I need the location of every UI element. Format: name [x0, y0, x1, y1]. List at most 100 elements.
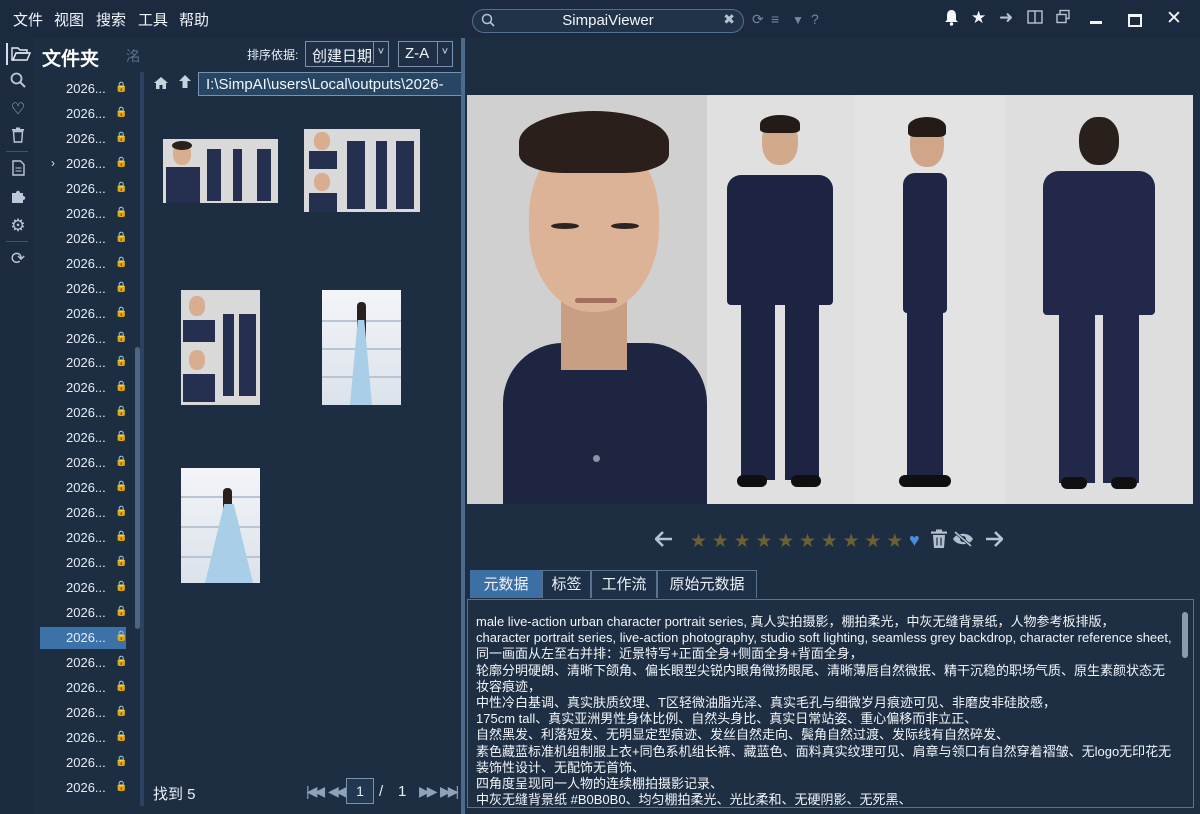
minimize-icon[interactable] [1090, 21, 1102, 24]
tree-item[interactable]: 2026... 🔒 [40, 228, 127, 250]
tree-item[interactable]: 2026... 🔒 [40, 477, 127, 499]
rating-star-icon[interactable]: ★ [690, 530, 707, 553]
prev-image-icon[interactable] [654, 531, 673, 553]
prev-page-icon[interactable]: ◀◀ [328, 783, 346, 800]
tree-item[interactable]: 2026... 🔒 [40, 278, 127, 300]
thumbnail[interactable] [181, 468, 260, 583]
search-box[interactable]: SimpaiViewer ✖ [472, 9, 744, 33]
lock-icon: 🔒 [115, 82, 128, 93]
tree-item[interactable]: 2026... 🔒 [40, 178, 127, 200]
tree-item[interactable]: 2026... 🔒 [40, 602, 127, 624]
main-splitter[interactable] [461, 38, 465, 814]
tree-item[interactable]: 2026... 🔒 [40, 727, 127, 749]
forward-icon[interactable]: ➜ [999, 8, 1013, 28]
tree-item[interactable]: 2026... 🔒 [40, 427, 127, 449]
path-input[interactable]: I:\SimpAI\users\Local\outputs\2026- [198, 72, 462, 96]
gear-icon[interactable]: ⚙ [8, 216, 28, 236]
rating-star-icon[interactable]: ★ [712, 530, 729, 553]
favorites-heart-icon[interactable]: ♡ [8, 99, 28, 119]
tree-item[interactable]: 2026... 🔒 [40, 652, 127, 674]
rating-star-icon[interactable]: ★ [843, 530, 860, 553]
tree-item[interactable]: 2026... 🔒 [40, 777, 127, 799]
menu-item[interactable]: 帮助 [179, 9, 209, 30]
maximize-icon[interactable] [1128, 14, 1142, 27]
document-icon[interactable] [8, 160, 28, 180]
help-icon[interactable]: ? [811, 11, 819, 27]
page-number-input[interactable]: 1 [346, 778, 374, 804]
thumbnail[interactable] [322, 290, 401, 405]
next-image-icon[interactable] [985, 531, 1004, 553]
tab-tags[interactable]: 标签 [542, 570, 591, 598]
tree-item[interactable]: 2026... 🔒 [40, 527, 128, 549]
tree-item[interactable]: 2026... 🔒 [40, 402, 127, 424]
hide-eye-slash-icon[interactable] [952, 530, 974, 552]
trash-icon[interactable] [8, 127, 28, 147]
menu-item[interactable]: 搜索 [96, 9, 126, 30]
panel-divider[interactable] [140, 72, 144, 806]
tree-item[interactable]: › 2026... 🔒 [40, 153, 127, 175]
panel-layout-icon[interactable] [1027, 9, 1043, 30]
tree-item[interactable]: 2026... 🔒 [40, 452, 127, 474]
thumbnail[interactable] [304, 129, 420, 212]
refresh-icon[interactable]: ⟳ [752, 11, 764, 28]
rating-star-icon[interactable]: ★ [799, 530, 816, 553]
puzzle-icon[interactable] [8, 188, 28, 208]
thumbnail[interactable] [163, 139, 278, 203]
menu-item[interactable]: 工具 [138, 9, 168, 30]
tree-item[interactable]: 2026... 🔒 [40, 626, 127, 649]
metadata-scrollbar[interactable] [1182, 612, 1188, 658]
tree-item[interactable]: 2026... 🔒 [40, 303, 127, 325]
tab-workflow[interactable]: 工作流 [591, 570, 657, 598]
search-icon[interactable] [8, 72, 28, 92]
bell-icon[interactable] [944, 9, 959, 31]
chevron-right-icon[interactable]: › [51, 156, 55, 170]
rating-star-icon[interactable]: ★ [821, 530, 838, 553]
tree-item[interactable]: 2026... 🔒 [40, 328, 127, 350]
window-restore-icon[interactable] [1055, 9, 1071, 30]
folder-open-icon[interactable] [6, 43, 32, 65]
menu-item[interactable]: 视图 [54, 9, 84, 30]
tab-raw-metadata[interactable]: 原始元数据 [657, 570, 757, 598]
menu-item[interactable]: 文件 [13, 9, 43, 30]
sync-icon[interactable]: ⟳ [8, 249, 28, 269]
next-page-icon[interactable]: ▶▶ [419, 783, 437, 800]
home-icon[interactable] [153, 76, 169, 94]
rating-star-icon[interactable]: ★ [886, 530, 903, 553]
tree-item[interactable]: 2026... 🔒 [40, 502, 127, 524]
clear-search-icon[interactable]: ✖ [723, 11, 735, 28]
lock-icon: 🔒 [115, 531, 128, 543]
rating-star-icon[interactable]: ★ [864, 530, 881, 553]
rating-star-icon[interactable]: ★ [734, 530, 751, 553]
preview-image[interactable] [467, 95, 1193, 504]
delete-trash-icon[interactable] [930, 529, 948, 554]
tree-item[interactable]: 2026... 🔒 [40, 552, 127, 574]
close-icon[interactable]: ✕ [1166, 7, 1182, 30]
tree-item[interactable]: 2026... 🔒 [40, 377, 127, 399]
folder-panel-title: 文件夹 [42, 49, 100, 70]
funnel-icon[interactable]: ▼ [792, 13, 804, 27]
metadata-panel[interactable]: male live-action urban character portrai… [467, 599, 1194, 808]
last-page-icon[interactable]: ▶▶| [440, 783, 459, 800]
favorite-heart-icon[interactable]: ♥ [909, 530, 920, 551]
first-page-icon[interactable]: |◀◀ [306, 783, 325, 800]
tree-item[interactable]: 2026... 🔒 [40, 128, 127, 150]
tree-item-label: 2026... [66, 330, 106, 346]
tab-metadata[interactable]: 元数据 [470, 570, 542, 598]
tree-item[interactable]: 2026... 🔒 [40, 253, 127, 275]
rating-star-icon[interactable]: ★ [777, 530, 794, 553]
rating-star-icon[interactable]: ★ [755, 530, 772, 553]
tree-item[interactable]: 2026... 🔒 [40, 577, 127, 599]
tree-item[interactable]: 2026... 🔒 [40, 677, 127, 699]
up-arrow-icon[interactable] [178, 74, 192, 94]
thumbnail[interactable] [181, 290, 260, 405]
tree-item[interactable]: 2026... 🔒 [40, 78, 128, 100]
star-icon[interactable]: ★ [971, 8, 986, 28]
sort-order-select[interactable]: Z-A ˅ [398, 41, 453, 67]
tree-item[interactable]: 2026... 🔒 [40, 203, 127, 225]
tree-item[interactable]: 2026... 🔒 [40, 752, 127, 774]
tree-item[interactable]: 2026... 🔒 [40, 702, 127, 724]
tree-item[interactable]: 2026... 🔒 [40, 352, 127, 374]
filter-sliders-icon[interactable]: ≡ [771, 11, 779, 27]
tree-item[interactable]: 2026... 🔒 [40, 103, 127, 125]
sort-field-select[interactable]: 创建日期 ˅ [305, 41, 389, 67]
